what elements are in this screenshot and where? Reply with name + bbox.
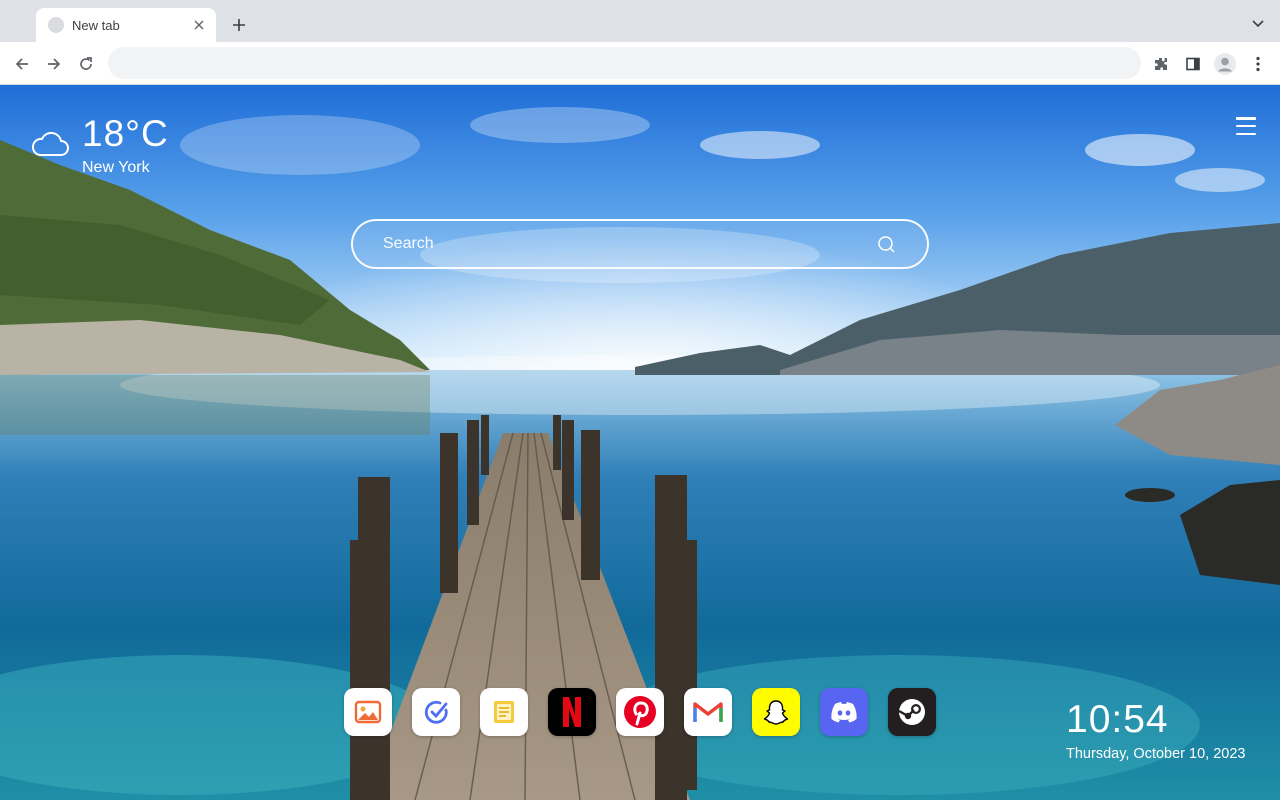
shortcut-snapchat[interactable] <box>752 688 800 736</box>
shortcut-pinterest[interactable] <box>616 688 664 736</box>
new-tab-button[interactable] <box>228 14 250 36</box>
discord-icon <box>831 702 857 723</box>
shortcut-photos[interactable] <box>344 688 392 736</box>
tab-strip: New tab <box>0 0 1280 42</box>
tab-new-tab[interactable]: New tab <box>36 8 216 42</box>
netflix-icon <box>563 697 581 727</box>
shortcut-dock <box>344 688 936 736</box>
photo-icon <box>354 700 382 724</box>
shortcut-discord[interactable] <box>820 688 868 736</box>
shortcut-netflix[interactable] <box>548 688 596 736</box>
chevron-down-icon[interactable] <box>1248 14 1268 34</box>
cloud-icon <box>31 131 69 156</box>
reload-icon <box>80 57 92 70</box>
avatar-icon <box>1214 53 1236 75</box>
search-icon[interactable] <box>877 235 897 255</box>
check-circle-icon <box>424 700 448 724</box>
shortcut-tasks[interactable] <box>412 688 460 736</box>
tab-favicon-icon <box>48 17 64 33</box>
search-box <box>351 219 929 269</box>
shortcut-gmail[interactable] <box>684 688 732 736</box>
more-menu-button[interactable] <box>1245 51 1271 77</box>
browser-toolbar <box>0 42 1280 85</box>
snapchat-icon <box>763 700 789 725</box>
close-icon[interactable] <box>190 16 208 34</box>
arrow-left-icon <box>15 58 28 70</box>
kebab-icon <box>1256 56 1260 72</box>
shortcut-notes[interactable] <box>480 688 528 736</box>
arrow-right-icon <box>48 58 61 70</box>
puzzle-icon <box>1155 58 1167 70</box>
side-panel-icon <box>1186 57 1200 71</box>
clock-widget: 10:54 Thursday, October 10, 2023 <box>1066 698 1246 763</box>
side-panel-button[interactable] <box>1180 51 1206 77</box>
clock-date: Thursday, October 10, 2023 <box>1066 746 1246 762</box>
profile-button[interactable] <box>1212 51 1238 77</box>
extensions-button[interactable] <box>1148 51 1174 77</box>
hamburger-menu-button[interactable] <box>1236 117 1256 135</box>
gmail-icon <box>693 702 723 722</box>
reload-button[interactable] <box>73 51 99 77</box>
tab-title: New tab <box>72 17 120 33</box>
forward-button[interactable] <box>41 51 67 77</box>
weather-temperature: 18°C <box>82 113 169 154</box>
new-tab-page: 18°C New York Search 10:54 Thursday, Oct… <box>0 85 1280 800</box>
steam-icon <box>898 699 925 725</box>
pinterest-icon <box>624 696 656 728</box>
weather-city: New York <box>82 159 150 176</box>
shortcut-steam[interactable] <box>888 688 936 736</box>
back-button[interactable] <box>9 51 35 77</box>
search-input[interactable] <box>383 221 863 267</box>
note-icon <box>494 701 514 723</box>
address-bar[interactable] <box>108 47 1141 79</box>
clock-time: 10:54 <box>1066 698 1169 741</box>
